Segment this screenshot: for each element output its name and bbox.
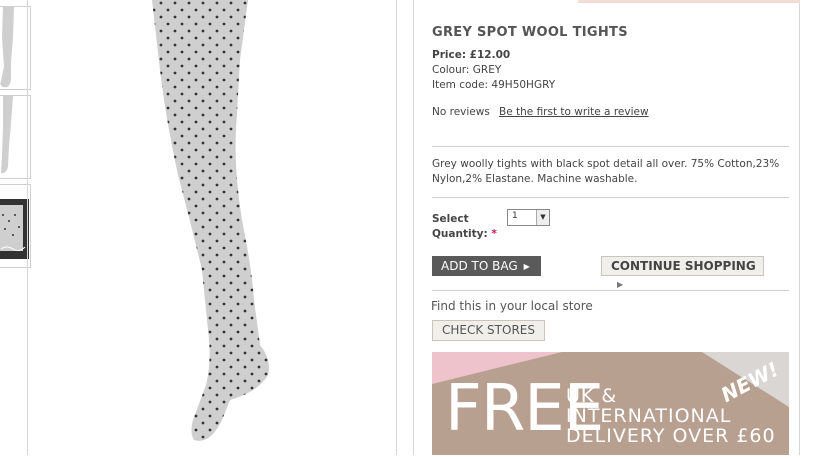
reviews-count: No reviews (432, 106, 490, 118)
divider (432, 146, 789, 147)
product-image (130, 0, 290, 455)
quantity-select[interactable]: 1 ▼ (507, 209, 550, 226)
product-title: GREY SPOT WOOL TIGHTS (432, 25, 628, 40)
product-description: Grey woolly tights with black spot detai… (432, 158, 780, 185)
arrow-right-icon: ▶ (523, 261, 530, 271)
banner-line-1: UK & (566, 385, 618, 407)
quantity-label-line2: Quantity: (432, 228, 488, 240)
banner-line-3: DELIVERY OVER £60 (566, 425, 776, 447)
product-price: Price: £12.00 (432, 49, 511, 61)
divider-right (396, 0, 397, 455)
add-to-bag-button[interactable]: ADD TO BAG ▶ (432, 256, 541, 276)
quantity-label: Select Quantity: * (432, 212, 497, 242)
quantity-label-line1: Select (432, 213, 469, 225)
product-colour: Colour: GREY (432, 64, 502, 76)
free-delivery-banner[interactable]: FREE UK & INTERNATIONAL DELIVERY OVER £6… (432, 352, 789, 455)
required-marker: * (491, 228, 497, 240)
top-accent-strip (578, 0, 800, 3)
find-in-store-text: Find this in your local store (431, 299, 593, 313)
divider (432, 290, 789, 291)
divider (432, 197, 789, 198)
divider-left (27, 0, 28, 455)
chevron-down-icon[interactable]: ▼ (536, 210, 549, 225)
product-item-code: Item code: 49H50HGRY (432, 79, 556, 91)
thumbnail-strip (0, 0, 33, 455)
continue-shopping-label: CONTINUE SHOPPING (611, 259, 756, 273)
quantity-value: 1 (512, 211, 518, 221)
banner-line-2: INTERNATIONAL (566, 405, 732, 427)
add-to-bag-label: ADD TO BAG (441, 259, 518, 273)
check-stores-button[interactable]: CHECK STORES (432, 320, 545, 341)
write-review-link[interactable]: Be the first to write a review (499, 106, 649, 118)
continue-shopping-button[interactable]: CONTINUE SHOPPING▶ (601, 256, 764, 289)
